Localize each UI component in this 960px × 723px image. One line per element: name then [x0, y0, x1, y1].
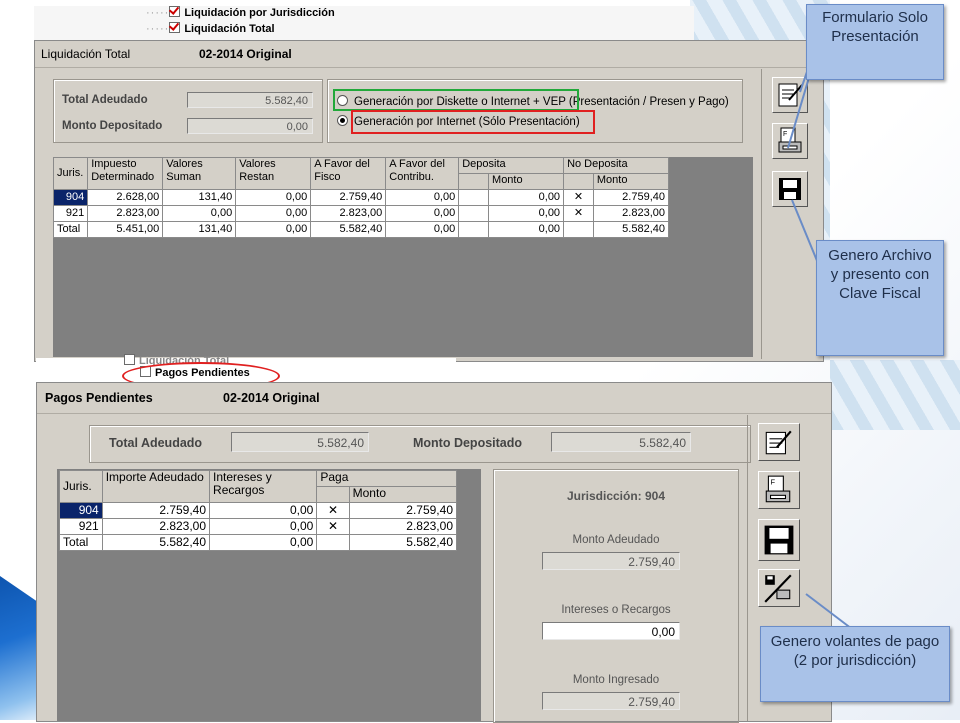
callout-connectors	[787, 45, 857, 633]
callout-genero-volantes: Genero volantes de pago (2 por jurisdicc…	[760, 626, 950, 702]
callout-genero-archivo: Genero Archivo y presento con Clave Fisc…	[816, 240, 944, 356]
callout-formulario: Formulario Solo Presentación	[806, 4, 944, 80]
